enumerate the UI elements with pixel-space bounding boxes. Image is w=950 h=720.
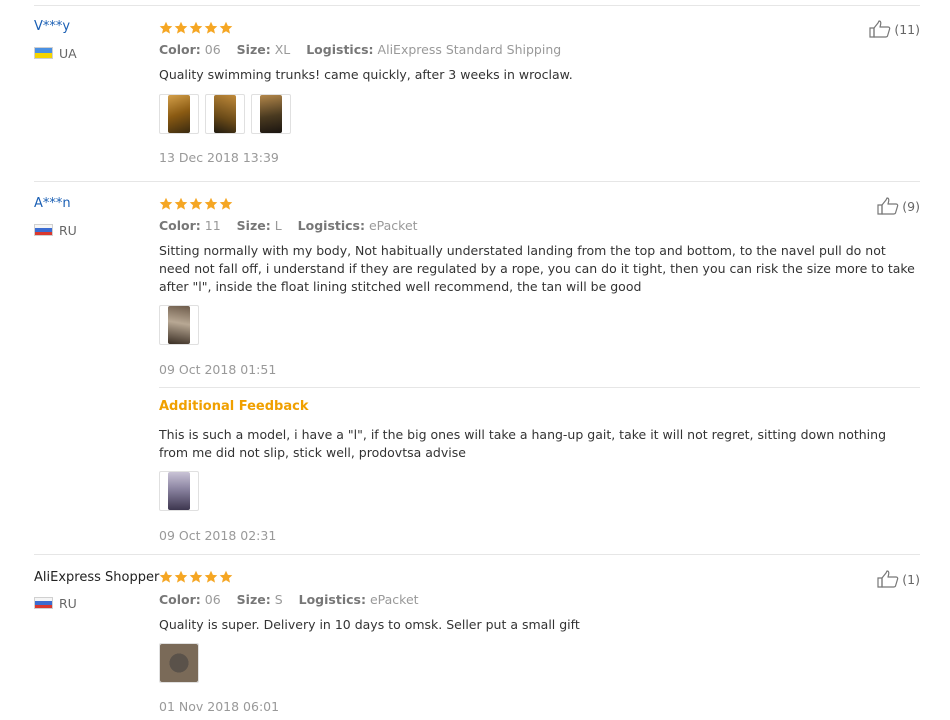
thumbs-up-icon <box>869 20 891 38</box>
additional-feedback-title: Additional Feedback <box>159 399 309 414</box>
size-value: XL <box>274 42 291 57</box>
color-label: Color: <box>159 42 201 57</box>
size-label: Size: <box>236 592 271 607</box>
star-icon <box>219 570 233 583</box>
russia-flag-icon <box>34 597 53 609</box>
ukraine-flag-icon <box>34 47 53 59</box>
divider <box>34 554 920 555</box>
review-date: 13 Dec 2018 13:39 <box>159 150 279 165</box>
helpful-button[interactable]: (11) <box>869 20 920 38</box>
logistics-label: Logistics: <box>306 42 374 57</box>
size-value: L <box>274 218 282 233</box>
star-icon <box>189 197 203 210</box>
country-code: RU <box>59 595 77 611</box>
thumbs-up-icon <box>877 570 899 588</box>
helpful-button[interactable]: (1) <box>877 570 920 588</box>
order-info: Color: 11 Size: L Logistics: ePacket <box>159 218 418 233</box>
helpful-button[interactable]: (9) <box>877 197 920 215</box>
star-icon <box>159 21 173 34</box>
star-rating <box>159 21 233 35</box>
size-value: S <box>274 592 283 607</box>
helpful-count: (9) <box>902 198 920 214</box>
review-date: 01 Nov 2018 06:01 <box>159 699 280 714</box>
divider <box>34 181 920 182</box>
star-icon <box>189 570 203 583</box>
reviewer-name[interactable]: AliExpress Shopper <box>34 570 159 585</box>
color-value: 11 <box>204 218 221 233</box>
color-value: 06 <box>204 42 221 57</box>
review-photo[interactable] <box>205 94 245 134</box>
review-text: Quality is super. Delivery in 10 days to… <box>159 617 580 632</box>
feedback-list: V***y UA Color: 06 Size: XL Logistics: A… <box>0 0 950 720</box>
star-rating <box>159 570 233 584</box>
review-photos <box>159 94 291 134</box>
star-icon <box>219 21 233 34</box>
size-label: Size: <box>236 42 271 57</box>
additional-feedback-date: 09 Oct 2018 02:31 <box>159 528 277 543</box>
country-code: RU <box>59 222 77 238</box>
country-code: UA <box>59 45 77 61</box>
review-photo[interactable] <box>159 643 199 683</box>
review-photo[interactable] <box>159 94 199 134</box>
review-text: Quality swimming trunks! came quickly, a… <box>159 67 573 82</box>
star-icon <box>174 570 188 583</box>
star-icon <box>204 197 218 210</box>
review-photo[interactable] <box>159 471 199 511</box>
helpful-count: (1) <box>902 571 920 587</box>
review-text: Sitting normally with my body, Not habit… <box>159 243 915 294</box>
logistics-label: Logistics: <box>298 592 366 607</box>
helpful-count: (11) <box>894 21 920 37</box>
logistics-value: ePacket <box>368 218 418 233</box>
divider <box>159 387 920 388</box>
star-icon <box>219 197 233 210</box>
logistics-value: ePacket <box>369 592 419 607</box>
review-photos <box>159 305 199 345</box>
review-photo[interactable] <box>251 94 291 134</box>
color-label: Color: <box>159 592 201 607</box>
review-photos <box>159 643 199 683</box>
divider <box>34 5 920 6</box>
star-icon <box>174 197 188 210</box>
additional-feedback-text: This is such a model, i have a "l", if t… <box>159 427 887 460</box>
reviewer-name[interactable]: A***n <box>34 196 71 211</box>
review-date: 09 Oct 2018 01:51 <box>159 362 277 377</box>
star-icon <box>174 21 188 34</box>
star-icon <box>159 570 173 583</box>
reviewer-country: RU <box>34 222 77 238</box>
reviewer-country: UA <box>34 45 77 61</box>
star-icon <box>159 197 173 210</box>
logistics-label: Logistics: <box>297 218 365 233</box>
star-icon <box>204 21 218 34</box>
size-label: Size: <box>236 218 271 233</box>
star-icon <box>204 570 218 583</box>
logistics-value: AliExpress Standard Shipping <box>377 42 562 57</box>
color-value: 06 <box>204 592 221 607</box>
review-photo[interactable] <box>159 305 199 345</box>
reviewer-name[interactable]: V***y <box>34 19 70 34</box>
order-info: Color: 06 Size: XL Logistics: AliExpress… <box>159 42 561 57</box>
color-label: Color: <box>159 218 201 233</box>
order-info: Color: 06 Size: S Logistics: ePacket <box>159 592 419 607</box>
star-rating <box>159 197 233 211</box>
additional-feedback-photos <box>159 471 199 511</box>
star-icon <box>189 21 203 34</box>
russia-flag-icon <box>34 224 53 236</box>
reviewer-country: RU <box>34 595 77 611</box>
thumbs-up-icon <box>877 197 899 215</box>
